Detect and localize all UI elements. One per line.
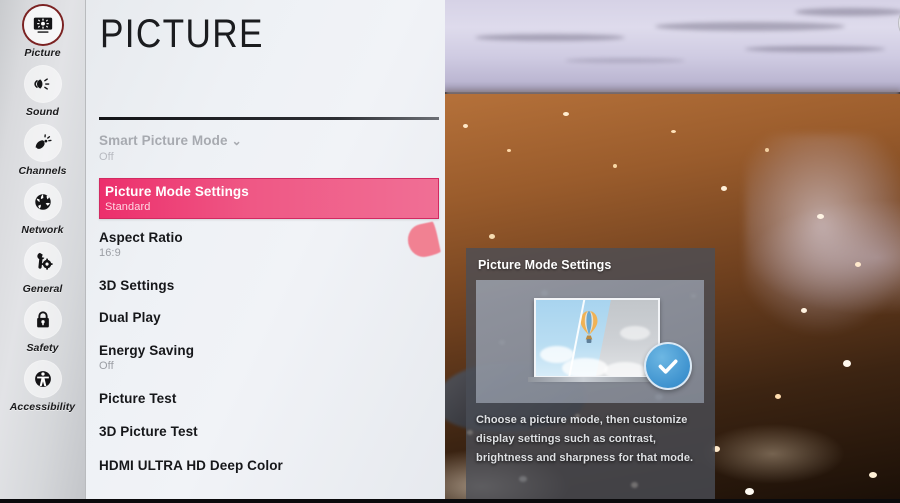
- settings-sidebar: Picture Sound Channels Network General S…: [0, 0, 86, 503]
- menu-item-label: Dual Play: [99, 310, 161, 325]
- cloud-streak: [795, 8, 900, 16]
- menu-item-dual-play[interactable]: Dual Play: [99, 307, 439, 328]
- channels-icon: [23, 124, 62, 162]
- cloud-streak: [745, 46, 885, 52]
- sound-icon: [23, 65, 62, 103]
- check-circle-icon: [644, 342, 692, 390]
- title-divider: [99, 117, 439, 120]
- chevron-down-icon: ⌄: [231, 134, 242, 148]
- lock-icon: [23, 301, 62, 339]
- menu-item-energy-saving[interactable]: Energy Saving Off: [99, 340, 439, 375]
- menu-item-value: Off: [99, 360, 114, 372]
- popup-title: Picture Mode Settings: [478, 258, 612, 272]
- sidebar-item-picture[interactable]: Picture: [0, 6, 86, 59]
- letterbox-strip: [0, 499, 900, 503]
- picture-mode-settings-popup: Picture Mode Settings Choose a picture m…: [466, 248, 715, 503]
- menu-item-label: Aspect Ratio: [99, 230, 183, 245]
- menu-item-hdmi-ultra-hd-deep-color[interactable]: HDMI ULTRA HD Deep Color: [99, 455, 439, 476]
- sidebar-item-label: General: [22, 283, 63, 295]
- sidebar-item-label: Safety: [26, 342, 59, 354]
- menu-item-value: Standard: [105, 201, 151, 213]
- sidebar-item-label: Sound: [25, 106, 60, 118]
- cloud-streak: [655, 22, 845, 31]
- menu-item-value: 16:9: [99, 247, 121, 259]
- cloud-streak: [565, 58, 685, 63]
- sidebar-item-accessibility[interactable]: Accessibility: [0, 360, 86, 413]
- network-icon: [23, 183, 62, 221]
- sidebar-item-general[interactable]: General: [0, 242, 86, 295]
- popup-description: Choose a picture mode, then customize di…: [476, 414, 694, 464]
- menu-item-label: HDMI ULTRA HD Deep Color: [99, 458, 283, 473]
- menu-item-label: 3D Picture Test: [99, 424, 198, 439]
- sidebar-item-network[interactable]: Network: [0, 183, 86, 236]
- sidebar-item-label: Picture: [24, 47, 61, 59]
- general-icon: [23, 242, 62, 280]
- tv-stand: [528, 377, 666, 382]
- menu-item-label: Picture Test: [99, 391, 177, 406]
- menu-item-3d-picture-test[interactable]: 3D Picture Test: [99, 421, 439, 442]
- tv-settings-screen: Picture Sound Channels Network General S…: [0, 0, 900, 503]
- accessibility-icon: [23, 360, 62, 398]
- menu-item-3d-settings[interactable]: 3D Settings: [99, 275, 439, 296]
- wet-highlight: [745, 134, 900, 334]
- sidebar-item-sound[interactable]: Sound: [0, 65, 86, 118]
- sidebar-item-channels[interactable]: Channels: [0, 124, 86, 177]
- menu-item-value: Off: [99, 151, 114, 163]
- menu-item-picture-mode-settings[interactable]: Picture Mode Settings Standard: [99, 178, 439, 219]
- sidebar-item-safety[interactable]: Safety: [0, 301, 86, 354]
- picture-icon: [23, 6, 62, 44]
- menu-item-aspect-ratio[interactable]: Aspect Ratio 16:9: [99, 227, 439, 262]
- cloud-streak: [475, 34, 625, 41]
- sidebar-item-label: Accessibility: [9, 401, 76, 413]
- page-title: PICTURE: [100, 12, 264, 56]
- menu-item-text: Smart Picture Mode: [99, 133, 228, 148]
- menu-item-label: Smart Picture Mode ⌄: [99, 132, 439, 150]
- menu-item-label: 3D Settings: [99, 278, 175, 293]
- tv-preview-frame: [534, 298, 660, 378]
- sidebar-item-label: Network: [21, 224, 64, 236]
- menu-item-smart-picture-mode[interactable]: Smart Picture Mode ⌄ Off: [99, 130, 439, 166]
- sidebar-item-label: Channels: [18, 165, 67, 177]
- tv-balloon-preview-icon: [476, 280, 704, 403]
- menu-item-label: Energy Saving: [99, 343, 195, 358]
- picture-settings-panel: PICTURE Smart Picture Mode ⌄ Off Picture …: [86, 0, 445, 503]
- menu-item-label: Picture Mode Settings: [105, 184, 249, 199]
- menu-item-picture-test[interactable]: Picture Test: [99, 388, 439, 409]
